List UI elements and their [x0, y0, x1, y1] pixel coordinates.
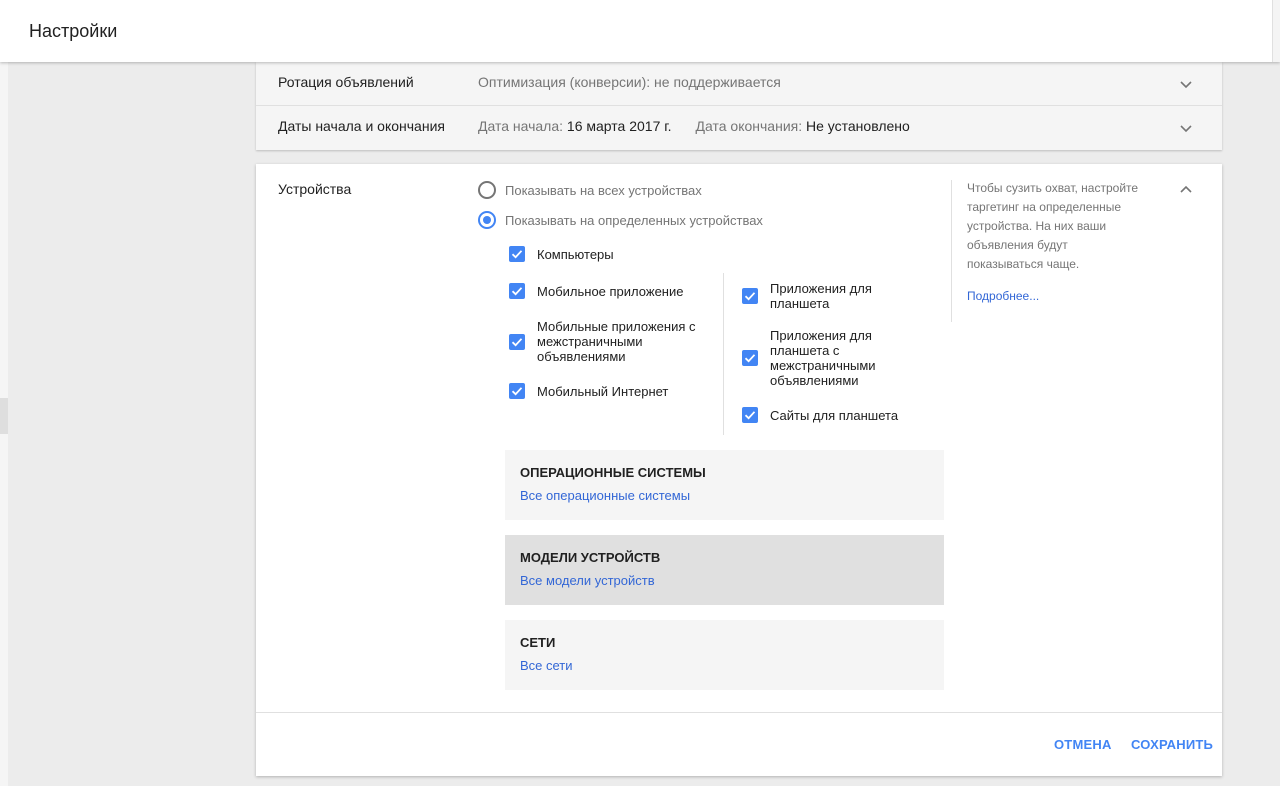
checkbox[interactable] — [509, 333, 525, 350]
setting-label: Даты начала и окончания — [278, 118, 445, 134]
checkbox-label: Компьютеры — [537, 246, 614, 262]
radio-label: Показывать на всех устройствах — [505, 182, 702, 198]
radio-button[interactable] — [478, 211, 496, 229]
check-icon — [511, 250, 523, 259]
setting-value: Дата начала: 16 марта 2017 г. Дата оконча… — [478, 118, 910, 134]
check-icon — [511, 387, 523, 396]
radio-specific-devices[interactable]: Показывать на определенных устройствах — [478, 210, 763, 230]
footer-divider — [256, 712, 1222, 713]
check-icon — [744, 354, 756, 363]
radio-all-devices[interactable]: Показывать на всех устройствах — [478, 180, 702, 200]
start-date-value: 16 марта 2017 г. — [566, 118, 672, 134]
checkbox-mobile-web[interactable]: Мобильный Интернет — [509, 383, 697, 399]
collapsed-settings-card: Ротация объявлений Оптимизация (конверси… — [256, 62, 1222, 150]
panel-link[interactable]: Все операционные системы — [520, 488, 690, 503]
end-date-value: Не установлено — [806, 118, 910, 134]
panel-title: СЕТИ — [520, 635, 556, 650]
panel-networks[interactable]: СЕТИ Все сети — [505, 620, 944, 690]
top-app-bar: Настройки — [0, 0, 1280, 62]
checkbox-label: Приложения для планшета — [770, 281, 872, 311]
panel-link[interactable]: Все модели устройств — [520, 573, 655, 588]
checkbox[interactable] — [742, 288, 758, 304]
check-icon — [744, 411, 756, 420]
chevron-down-icon[interactable] — [1178, 120, 1194, 136]
end-date-label: Дата окончания: — [695, 118, 803, 134]
panel-title: МОДЕЛИ УСТРОЙСТВ — [520, 550, 661, 565]
panel-device-models[interactable]: МОДЕЛИ УСТРОЙСТВ Все модели устройств — [505, 535, 944, 605]
checkbox[interactable] — [742, 407, 758, 423]
help-hint: Чтобы сузить охват, настройте таргетинг … — [967, 181, 1139, 271]
checkbox-label: Мобильные приложения с межстраничными об… — [537, 319, 696, 364]
radio-label: Показывать на определенных устройствах — [505, 212, 763, 228]
checkbox-computers[interactable]: Компьютеры — [509, 246, 697, 262]
left-pane-handle[interactable] — [0, 398, 8, 434]
checkbox-tablet-apps-interstitial[interactable]: Приложения для планшета с межстраничными… — [742, 328, 900, 388]
checkbox-label: Сайты для планшета — [770, 407, 899, 423]
checkbox-tablet-sites[interactable]: Сайты для планшета — [742, 407, 920, 423]
checkbox[interactable] — [509, 246, 525, 262]
checkbox-tablet-apps[interactable]: Приложения для планшета — [742, 281, 900, 311]
setting-row-ad-rotation[interactable]: Ротация объявлений Оптимизация (конверси… — [256, 62, 1222, 106]
page-title: Настройки — [29, 21, 118, 41]
section-label: Устройства — [278, 181, 352, 197]
checkbox[interactable] — [742, 350, 758, 366]
checkbox[interactable] — [509, 383, 525, 399]
check-icon — [744, 292, 756, 301]
start-date-label: Дата начала: — [478, 118, 564, 134]
right-pane — [1264, 62, 1280, 786]
devices-settings-card: Устройства Показывать на всех устройства… — [256, 164, 1222, 776]
panel-operating-systems[interactable]: ОПЕРАЦИОННЫЕ СИСТЕМЫ Все операционные си… — [505, 450, 944, 520]
checkbox-label: Мобильный Интернет — [537, 383, 669, 399]
setting-value: Оптимизация (конверсии): не поддерживает… — [478, 74, 781, 90]
checkbox-mobile-app[interactable]: Мобильное приложение — [509, 283, 697, 299]
setting-row-dates[interactable]: Даты начала и окончания Дата начала: 16 … — [256, 106, 1222, 150]
checkbox-mobile-apps-interstitial[interactable]: Мобильные приложения с межстраничными об… — [509, 319, 697, 364]
scroll-edge — [1272, 0, 1280, 62]
checkbox[interactable] — [509, 283, 525, 299]
learn-more-link[interactable]: Подробнее... — [967, 289, 1039, 303]
chevron-down-icon[interactable] — [1178, 76, 1194, 92]
hint-divider — [951, 180, 952, 322]
chevron-up-icon[interactable] — [1178, 182, 1194, 198]
checkbox-label: Приложения для планшета с межстраничными… — [770, 328, 876, 388]
panel-title: ОПЕРАЦИОННЫЕ СИСТЕМЫ — [520, 465, 706, 480]
setting-label: Ротация объявлений — [278, 74, 414, 90]
save-button[interactable]: СОХРАНИТЬ — [1131, 737, 1213, 752]
checkbox-label: Мобильное приложение — [537, 283, 684, 299]
check-icon — [511, 337, 523, 346]
column-divider — [723, 273, 724, 435]
cancel-button[interactable]: ОТМЕНА — [1054, 737, 1112, 752]
check-icon — [511, 287, 523, 296]
radio-button[interactable] — [478, 181, 496, 199]
panel-link[interactable]: Все сети — [520, 658, 573, 673]
